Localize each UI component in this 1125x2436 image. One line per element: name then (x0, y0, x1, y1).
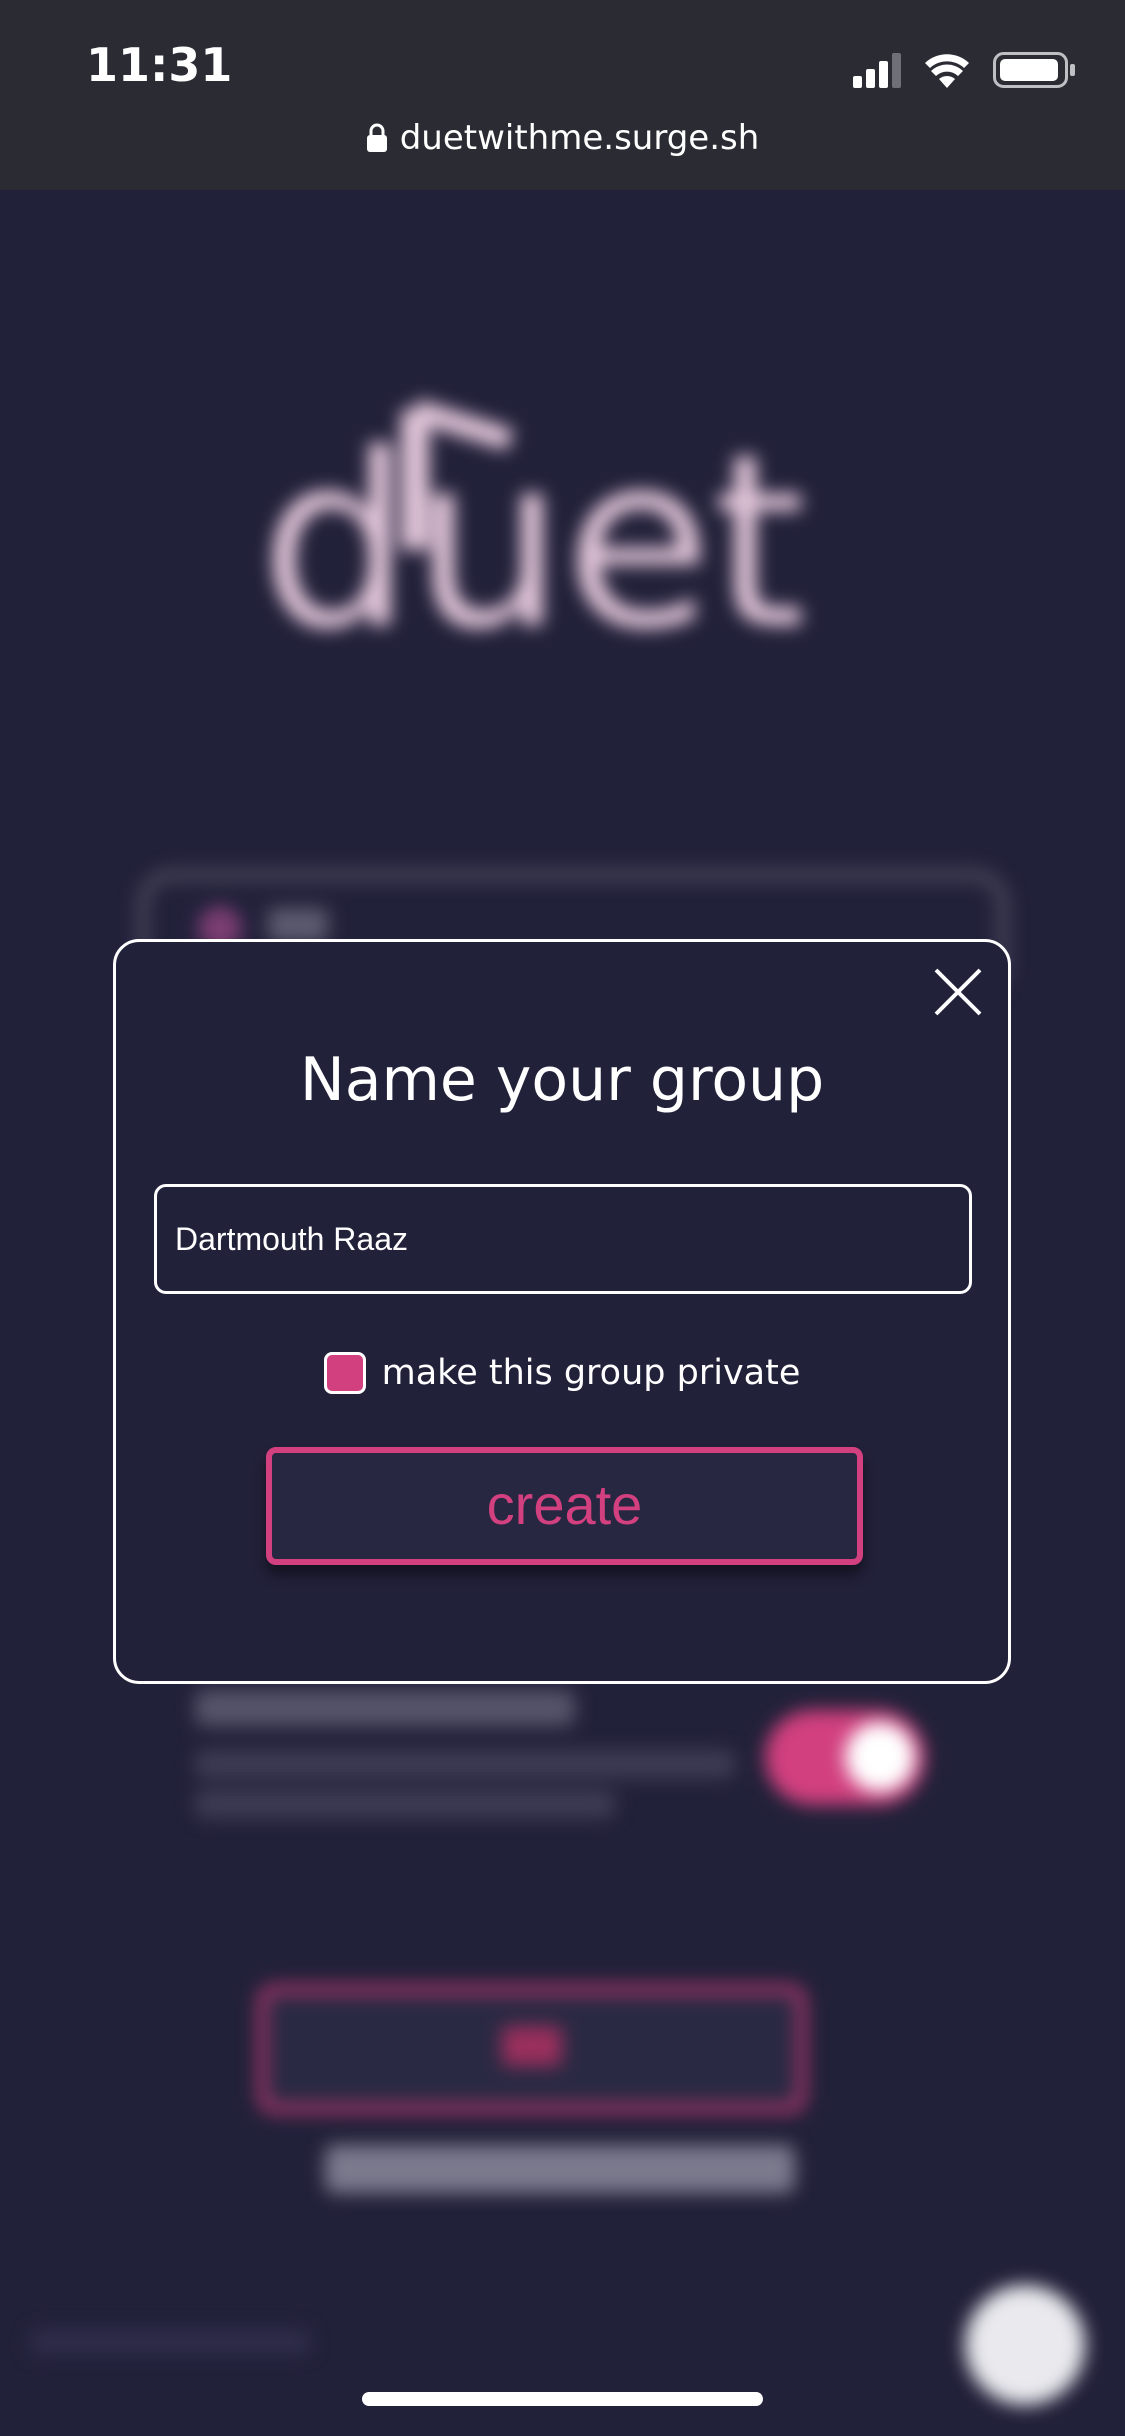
close-icon (934, 968, 982, 1016)
close-button[interactable] (930, 964, 986, 1020)
status-time: 11:31 (86, 38, 233, 92)
background-footer-text (30, 2330, 310, 2354)
background-card-text (268, 908, 328, 942)
create-button[interactable]: create (266, 1447, 863, 1565)
private-checkbox[interactable] (323, 1352, 366, 1394)
background-toggle-description (195, 1750, 735, 1778)
background-toggle (765, 1710, 925, 1805)
group-name-input[interactable] (154, 1184, 972, 1294)
screen: duet 11:31 duetwithme.surge.sh Name your… (0, 0, 1125, 2436)
modal-title: Name your group (299, 1045, 825, 1115)
duet-logo: duet (260, 399, 806, 670)
background-go-button (258, 1985, 806, 2113)
background-create-group-link (325, 2145, 795, 2193)
url-text: duetwithme.surge.sh (399, 118, 760, 158)
background-go-label (502, 2026, 562, 2066)
battery-icon (993, 52, 1075, 88)
background-toggle-knob (845, 1722, 915, 1792)
background-toggle-label (195, 1690, 575, 1726)
lock-icon (366, 123, 387, 152)
private-label: make this group private (381, 1353, 801, 1393)
status-bar: 11:31 duetwithme.surge.sh (0, 0, 1125, 190)
name-group-modal: Name your group make this group private … (113, 939, 1011, 1684)
status-icons (853, 52, 1075, 88)
cellular-signal-icon (853, 53, 901, 88)
url-bar[interactable]: duetwithme.surge.sh (0, 118, 1125, 158)
home-indicator[interactable] (362, 2392, 763, 2406)
private-option: make this group private (116, 1352, 1008, 1394)
background-toggle-description (195, 1790, 615, 1818)
wifi-icon (925, 54, 969, 88)
background-help-button (965, 2285, 1085, 2405)
svg-text:duet: duet (260, 402, 806, 670)
